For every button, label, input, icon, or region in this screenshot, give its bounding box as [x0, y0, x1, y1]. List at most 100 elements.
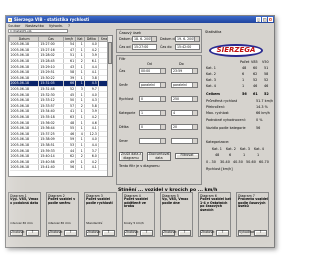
filter-from-field[interactable]: paralelní: [139, 82, 166, 88]
filter-to-field[interactable]: paralelní: [171, 82, 198, 88]
table-cell: 1: [75, 164, 85, 171]
minimize-button[interactable]: _: [256, 17, 261, 22]
filter-row-label: Kategorie: [119, 111, 136, 115]
diagram-help-button[interactable]: ?: [26, 230, 39, 236]
time-from-label: Čas od: [119, 45, 131, 49]
diagram-description: Procento vozidel podle časových úseků: [238, 197, 268, 209]
diagram-help-button[interactable]: ?: [102, 230, 115, 236]
stats-total-value: 56: [242, 92, 247, 96]
data-grid[interactable]: Datum Čas km/h Kat Délka Smer 2005-06-18…: [8, 35, 113, 177]
diagram-create-button[interactable]: Zhotovit: [124, 230, 138, 236]
stats-label: Překročení:: [206, 105, 225, 109]
filter-from-field[interactable]: 0: [139, 124, 166, 130]
menu-item-help[interactable]: ?: [68, 24, 70, 28]
grid-scrollbar[interactable]: [107, 36, 112, 176]
filter-to-field[interactable]: 4: [171, 110, 198, 116]
diagram-card: Diagram 4 Počet vozidel odděleně ve kroku…: [122, 192, 155, 237]
stats-label: Podrobné vyhodnocení:: [206, 118, 246, 122]
filter-row-label: Délka: [119, 125, 129, 129]
stats-kat-value: 51: [264, 66, 269, 70]
diagram-card: Diagram 1 Výp. V85, Vmax a podobná data in…: [8, 192, 41, 237]
stats-kat-value: 62: [253, 72, 258, 76]
time-range-title: Časový úsek: [119, 31, 142, 35]
stats-kat-value: 1: [242, 84, 245, 88]
stats-col-head: Počet: [240, 60, 250, 64]
kategorizace-head: Kat. 3: [240, 147, 250, 151]
stats-total-value: 52: [264, 92, 269, 96]
filter-button[interactable]: Filtrovat: [175, 153, 199, 159]
stats-value: 14.3 %: [256, 105, 268, 109]
stats-total-value: 61: [253, 92, 258, 96]
diagram-help-button[interactable]: ?: [64, 230, 77, 236]
diagram-help-button[interactable]: ?: [140, 230, 153, 236]
speed-bin: 60-70: [259, 160, 269, 164]
date-to-field[interactable]: 19. 6. 2005: [175, 36, 200, 42]
title-bar: Sierzega VIB - statistika rychlosti _ □ …: [6, 16, 274, 23]
diagram-description: Počet vozidel odděleně ve kroku: [124, 197, 148, 209]
stats-total-label: Celkem: [206, 92, 220, 96]
filter-from-field[interactable]: 1: [139, 110, 166, 116]
speed-bin: 30-40: [220, 160, 230, 164]
stats-value: 56: [256, 126, 261, 130]
filter-row-label: Směr: [119, 83, 128, 87]
table-cell: 4.1: [84, 164, 99, 171]
filter-from-field[interactable]: [139, 138, 166, 144]
stats-kat-value: 46: [264, 84, 269, 88]
diagram-description: Vp, V85, Vmax podle dne: [162, 197, 189, 205]
scroll-thumb[interactable]: [108, 42, 112, 64]
table-row[interactable]: 2005-06-1815:41:405614.11: [9, 164, 112, 171]
date-from-field[interactable]: 18. 6. 2005: [132, 36, 157, 42]
diagram-create-button[interactable]: Zhotovit: [200, 230, 214, 236]
filter-to-field[interactable]: 20: [171, 124, 198, 130]
diagram-create-button[interactable]: Zhotovit: [48, 230, 62, 236]
stats-kat-label: Kat. 3: [206, 78, 216, 82]
kategorizace-value: 1: [257, 153, 260, 157]
stats-kat-label: Kat. 2: [206, 72, 216, 76]
kategorizace-head: Kat. 2: [226, 147, 236, 151]
diagram-help-button[interactable]: ?: [178, 230, 191, 236]
menu-item-nastaveni[interactable]: Nastav.tko: [25, 24, 43, 28]
stats-kat-label: Kat. 1: [206, 66, 216, 70]
diagram-create-button[interactable]: Zhotovit: [86, 230, 100, 236]
diagram-help-button[interactable]: ?: [216, 230, 229, 236]
diagram-description: Počet vozidel kat 1-4 v Ostatních po čas…: [200, 197, 231, 212]
app-icon: [8, 17, 12, 22]
diagram-card: Diagram 6 Počet vozidel kat 1-4 v Ostatní…: [198, 192, 231, 237]
kategorizace-value: 1: [243, 153, 246, 157]
stats-label: Max. rychlost: [206, 111, 229, 115]
diagram-option: Standardní: [86, 221, 103, 225]
filter-from-field[interactable]: 00:00: [139, 68, 166, 74]
filter-from-field[interactable]: 0: [139, 96, 166, 102]
menu-item-vyhodnoceni[interactable]: Vyhodn.: [49, 24, 63, 28]
convert-data-button[interactable]: Zkonvertovat data: [147, 152, 171, 161]
table-cell: 15:41:40: [38, 164, 64, 171]
diagram-create-button[interactable]: Zhotovit: [162, 230, 176, 236]
diagram-option: interval 30 min: [10, 221, 33, 225]
diagram-option: Kroky 5 km/h: [124, 221, 144, 225]
stats-value: 51.7 km/h: [256, 99, 274, 103]
diagram-create-button[interactable]: Zhotovit: [10, 230, 24, 236]
time-to-field[interactable]: 15:42:00: [175, 44, 200, 50]
filter-col-to: Do: [179, 62, 184, 66]
diagram-description: Výp. V85, Vmax a podobná data: [10, 197, 39, 205]
app-window: Sierzega VIB - statistika rychlosti _ □ …: [5, 15, 275, 248]
kategorizace-head: Kat. 4: [254, 147, 264, 151]
table-cell: 56: [63, 164, 77, 171]
filter-to-field[interactable]: [171, 138, 198, 144]
stats-col-head: V50: [262, 60, 269, 64]
time-from-field[interactable]: 15:27:00: [132, 44, 157, 50]
close-button[interactable]: ×: [268, 17, 273, 22]
menu-item-soubor[interactable]: Soubor: [8, 24, 20, 28]
diagram-card: Diagram 7 Procento vozidel podle časových…: [236, 192, 269, 237]
stats-kat-value: 60: [253, 66, 258, 70]
diagram-help-button[interactable]: ?: [254, 230, 267, 236]
filter-col-from: Od: [147, 62, 152, 66]
filter-to-field[interactable]: 23:59: [171, 68, 198, 74]
kategorizace-value: 48: [215, 153, 220, 157]
maximize-button[interactable]: □: [262, 17, 267, 22]
speed-bin: 50-60: [246, 160, 256, 164]
stats-kat-value: 1: [242, 78, 245, 82]
diagram-create-button[interactable]: Vyhodnotit: [238, 230, 256, 236]
filter-to-field[interactable]: 250: [171, 96, 198, 102]
clear-data-button[interactable]: Zrušit data z diagramu: [119, 152, 143, 161]
